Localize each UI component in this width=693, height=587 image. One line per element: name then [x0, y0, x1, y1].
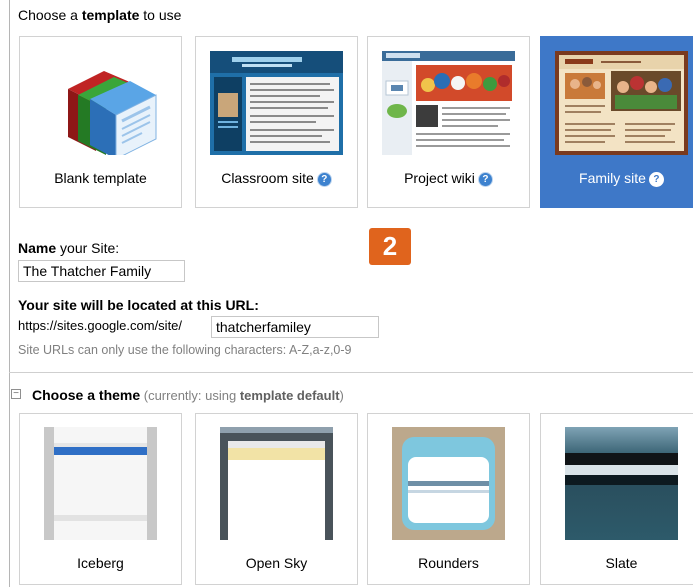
project-wiki-preview: [382, 51, 515, 155]
theme-label-rounders: Rounders: [418, 555, 479, 571]
collapse-toggle-icon[interactable]: −: [11, 389, 21, 399]
help-icon[interactable]: ?: [316, 172, 332, 187]
rounders-theme-preview: [392, 427, 505, 540]
theme-card-slate[interactable]: Slate: [540, 413, 693, 585]
template-label-blank: Blank template: [54, 170, 147, 186]
help-icon[interactable]: ?: [477, 172, 493, 187]
theme-section-heading: Choose a theme (currently: using templat…: [32, 387, 344, 403]
site-url-prefix: https://sites.google.com/site/: [18, 318, 183, 333]
template-card-blank[interactable]: Blank template: [19, 36, 182, 208]
slate-theme-preview: [565, 427, 678, 540]
template-label-classroom: Classroom site?: [196, 170, 357, 187]
template-label-project-wiki: Project wiki?: [368, 170, 529, 187]
template-card-classroom[interactable]: Classroom site?: [195, 36, 358, 208]
help-icon[interactable]: ?: [648, 172, 664, 187]
theme-label-open-sky: Open Sky: [245, 555, 308, 571]
theme-label-slate: Slate: [605, 555, 638, 571]
template-label-family-site: Family site?: [541, 170, 693, 187]
theme-label-iceberg: Iceberg: [77, 555, 124, 571]
site-name-input[interactable]: [18, 260, 185, 282]
template-card-project-wiki[interactable]: Project wiki?: [367, 36, 530, 208]
open-sky-theme-preview: [220, 427, 333, 540]
site-name-label: Name your Site:: [18, 240, 120, 256]
family-site-preview: [555, 51, 688, 155]
template-section-heading: Choose a template to use: [18, 7, 182, 23]
template-card-family-site[interactable]: Family site?: [540, 36, 693, 208]
section-divider: [9, 372, 693, 373]
theme-card-open-sky[interactable]: Open Sky: [195, 413, 358, 585]
iceberg-theme-preview: [44, 427, 157, 540]
theme-card-rounders[interactable]: Rounders: [367, 413, 530, 585]
theme-card-iceberg[interactable]: Iceberg: [19, 413, 182, 585]
blank-template-icon: [34, 51, 167, 155]
classroom-site-preview: [210, 51, 343, 155]
site-url-hint: Site URLs can only use the following cha…: [18, 343, 352, 357]
step-number-badge: 2: [369, 228, 411, 265]
site-url-label: Your site will be located at this URL:: [18, 297, 259, 313]
site-url-input[interactable]: [211, 316, 379, 338]
